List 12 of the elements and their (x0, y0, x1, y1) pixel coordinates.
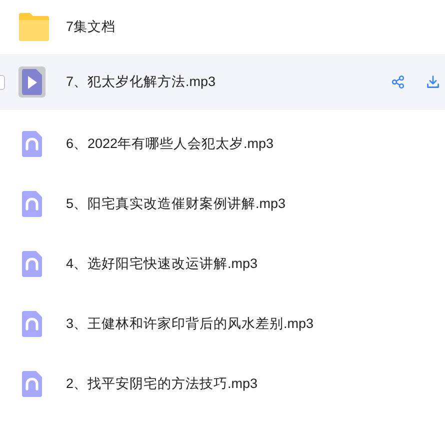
file-name[interactable]: 7、犯太岁化解方法.mp3 (66, 73, 216, 91)
folder-name[interactable]: 7集文档 (66, 18, 116, 36)
file-row[interactable]: 7、犯太岁化解方法.mp3 (0, 54, 445, 110)
audio-file-icon (18, 66, 46, 98)
folder-icon (17, 12, 51, 42)
share-icon[interactable] (391, 75, 405, 89)
file-name[interactable]: 5、阳宅真实改造催财案例讲解.mp3 (66, 195, 286, 213)
file-name[interactable]: 3、王健林和许家印背后的风水差别.mp3 (66, 315, 314, 333)
file-name[interactable]: 4、选好阳宅快速改运讲解.mp3 (66, 255, 258, 273)
download-icon[interactable] (426, 75, 440, 89)
file-name[interactable]: 6、2022年有哪些人会犯太岁.mp3 (66, 135, 274, 153)
file-name[interactable]: 2、找平安阴宅的方法技巧.mp3 (66, 375, 258, 393)
